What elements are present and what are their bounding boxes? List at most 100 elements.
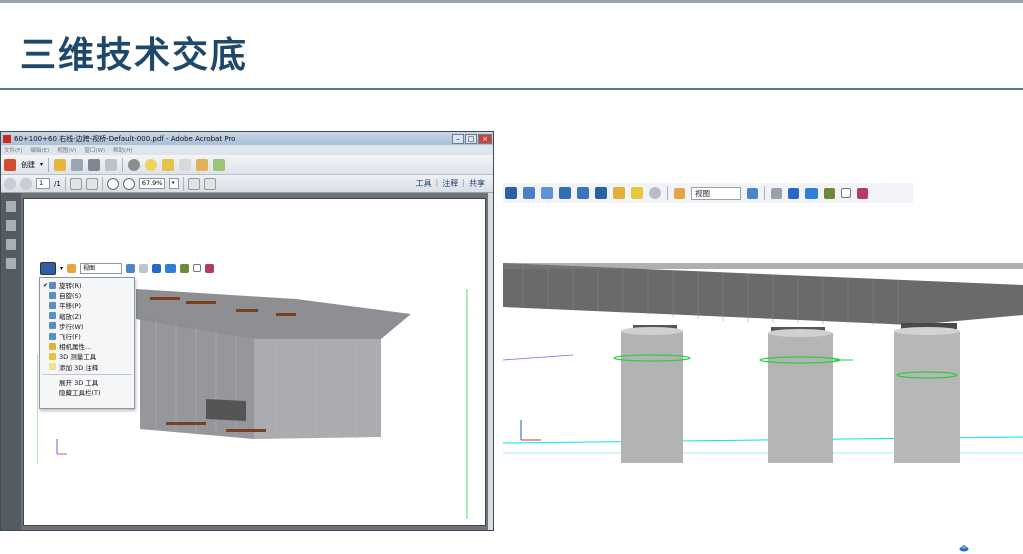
zoom-input[interactable]: 67.9% [138, 178, 165, 189]
zoom-out-icon[interactable] [106, 177, 119, 190]
menu-item-add-3d-comment[interactable]: 添加 3D 注释 [40, 362, 134, 372]
spin-icon [49, 291, 56, 299]
share-link[interactable]: 共享 [469, 178, 485, 189]
main-toolbar: 创建 ▾ [1, 155, 493, 175]
pages-icon[interactable] [6, 201, 16, 212]
home-icon[interactable] [674, 187, 685, 199]
model-tree-toggle-icon[interactable] [747, 187, 758, 199]
minimize-button[interactable]: – [452, 133, 464, 144]
background-color-icon[interactable] [193, 264, 202, 272]
create-button[interactable]: 创建 [21, 160, 35, 170]
export-icon[interactable] [213, 158, 226, 171]
menu-item-fly[interactable]: 飞行(F) [40, 331, 134, 341]
comment-3d-icon [49, 363, 56, 371]
cross-section-icon[interactable] [857, 187, 868, 199]
pdf-icon [3, 134, 11, 143]
corner-logo-icon [959, 545, 969, 552]
menu-item-pan[interactable]: 平移(P) [40, 300, 134, 310]
comment-3d-icon[interactable] [649, 187, 661, 199]
document-icon[interactable] [179, 158, 192, 171]
model-tree-toggle-icon[interactable] [126, 263, 136, 273]
play-animation-icon[interactable] [139, 263, 149, 273]
zoom-dropdown[interactable]: ▾ [168, 178, 179, 189]
walk-icon[interactable] [577, 187, 589, 199]
zoom-icon [49, 312, 56, 320]
render-mode-icon[interactable] [805, 187, 818, 199]
email-icon[interactable] [105, 158, 118, 171]
rotate-tool-icon[interactable] [40, 261, 56, 275]
menu-window[interactable]: 窗口(W) [84, 146, 105, 154]
menu-view[interactable]: 视图(V) [57, 146, 76, 154]
measure-icon [49, 352, 56, 360]
slide-top-bar [0, 0, 1023, 3]
bridge-3d-view[interactable] [503, 215, 1023, 465]
task-pane-links: 工具 | 注释 | 共享 [415, 178, 485, 189]
rotate-icon [49, 281, 56, 289]
cross-section-icon[interactable] [205, 263, 215, 273]
pdf-page[interactable]: ▾ 视图 ✔ 旋转(R) 自旋(S) 平移(P) 缩放(Z) 步行(W) 飞行(… [23, 198, 486, 526]
stamp-icon[interactable] [196, 158, 209, 171]
projection-icon[interactable] [788, 187, 799, 199]
lighting-icon[interactable] [180, 263, 190, 273]
create-icon[interactable] [4, 158, 16, 171]
camera-icon[interactable] [613, 187, 625, 199]
menu-bar: 文件(F) 编辑(E) 视图(V) 窗口(W) 帮助(H) [1, 145, 493, 155]
slide-title: 三维技术交底 [20, 34, 249, 76]
menu-item-spin[interactable]: 自旋(S) [40, 290, 134, 300]
menu-item-expand-3d-tools[interactable]: 展开 3D 工具 [40, 377, 134, 387]
menu-item-walk[interactable]: 步行(W) [40, 321, 134, 331]
menu-file[interactable]: 文件(F) [4, 146, 22, 154]
zoom-in-icon[interactable] [122, 177, 135, 190]
fullscreen-icon[interactable] [203, 177, 216, 190]
home-icon[interactable] [67, 263, 77, 273]
select-tool-icon[interactable] [69, 177, 82, 190]
hand-tool-icon[interactable] [85, 177, 98, 190]
menu-item-zoom[interactable]: 缩放(Z) [40, 311, 134, 321]
measure-icon[interactable] [631, 187, 643, 199]
vertical-scrollbar[interactable] [488, 193, 493, 530]
pan-icon [49, 301, 56, 309]
lighting-icon[interactable] [824, 187, 835, 199]
acrobat-window: 60+100+60 右线-边跨-视桥-Default-000.pdf - Ado… [0, 131, 494, 531]
rotate-icon[interactable] [505, 187, 517, 199]
menu-item-hide-toolbar[interactable]: 隐藏工具栏(T) [40, 387, 134, 397]
maximize-button[interactable]: □ [465, 133, 477, 144]
projection-icon[interactable] [152, 263, 162, 273]
menu-item-camera-properties[interactable]: 相机属性... [40, 341, 134, 351]
fit-page-icon[interactable] [187, 177, 200, 190]
next-page-icon[interactable] [20, 177, 32, 190]
highlight-icon[interactable] [162, 158, 175, 171]
menu-item-rotate[interactable]: ✔ 旋转(R) [40, 280, 134, 290]
comment-link[interactable]: 注释 [442, 178, 458, 189]
tools-link[interactable]: 工具 [416, 178, 432, 189]
menu-edit[interactable]: 编辑(E) [30, 146, 49, 154]
page-total: /1 [54, 179, 61, 188]
fly-icon[interactable] [595, 187, 607, 199]
page-number-input[interactable]: 1 [36, 178, 50, 189]
navigation-pane [1, 193, 21, 530]
play-animation-icon[interactable] [771, 187, 782, 199]
open-folder-icon[interactable] [54, 158, 67, 171]
attachment-icon[interactable] [6, 239, 16, 250]
close-button[interactable]: × [478, 133, 492, 144]
menu-help[interactable]: 帮助(H) [113, 146, 132, 154]
bookmark-icon[interactable] [6, 220, 16, 231]
acrobat-title-bar[interactable]: 60+100+60 右线-边跨-视桥-Default-000.pdf - Ado… [1, 132, 493, 145]
prev-page-icon[interactable] [4, 177, 16, 190]
comment-icon[interactable] [145, 158, 158, 171]
background-color-icon[interactable] [841, 188, 851, 198]
menu-item-3d-measure[interactable]: 3D 测量工具 [40, 351, 134, 361]
expand-icon[interactable] [473, 159, 485, 171]
model-tree-icon[interactable] [6, 258, 16, 269]
zoom-icon[interactable] [559, 187, 571, 199]
inner-view-select[interactable]: 视图 [80, 262, 123, 274]
print-icon[interactable] [88, 158, 101, 171]
gear-icon[interactable] [128, 158, 141, 171]
spin-icon[interactable] [523, 187, 535, 199]
pan-icon[interactable] [541, 187, 553, 199]
window-title: 60+100+60 右线-边跨-视桥-Default-000.pdf - Ado… [14, 134, 236, 143]
view-select[interactable]: 视图 [691, 186, 741, 200]
render-mode-icon[interactable] [165, 263, 177, 273]
save-icon[interactable] [71, 158, 84, 171]
inner-3d-toolbar: ▾ 视图 [40, 260, 215, 276]
